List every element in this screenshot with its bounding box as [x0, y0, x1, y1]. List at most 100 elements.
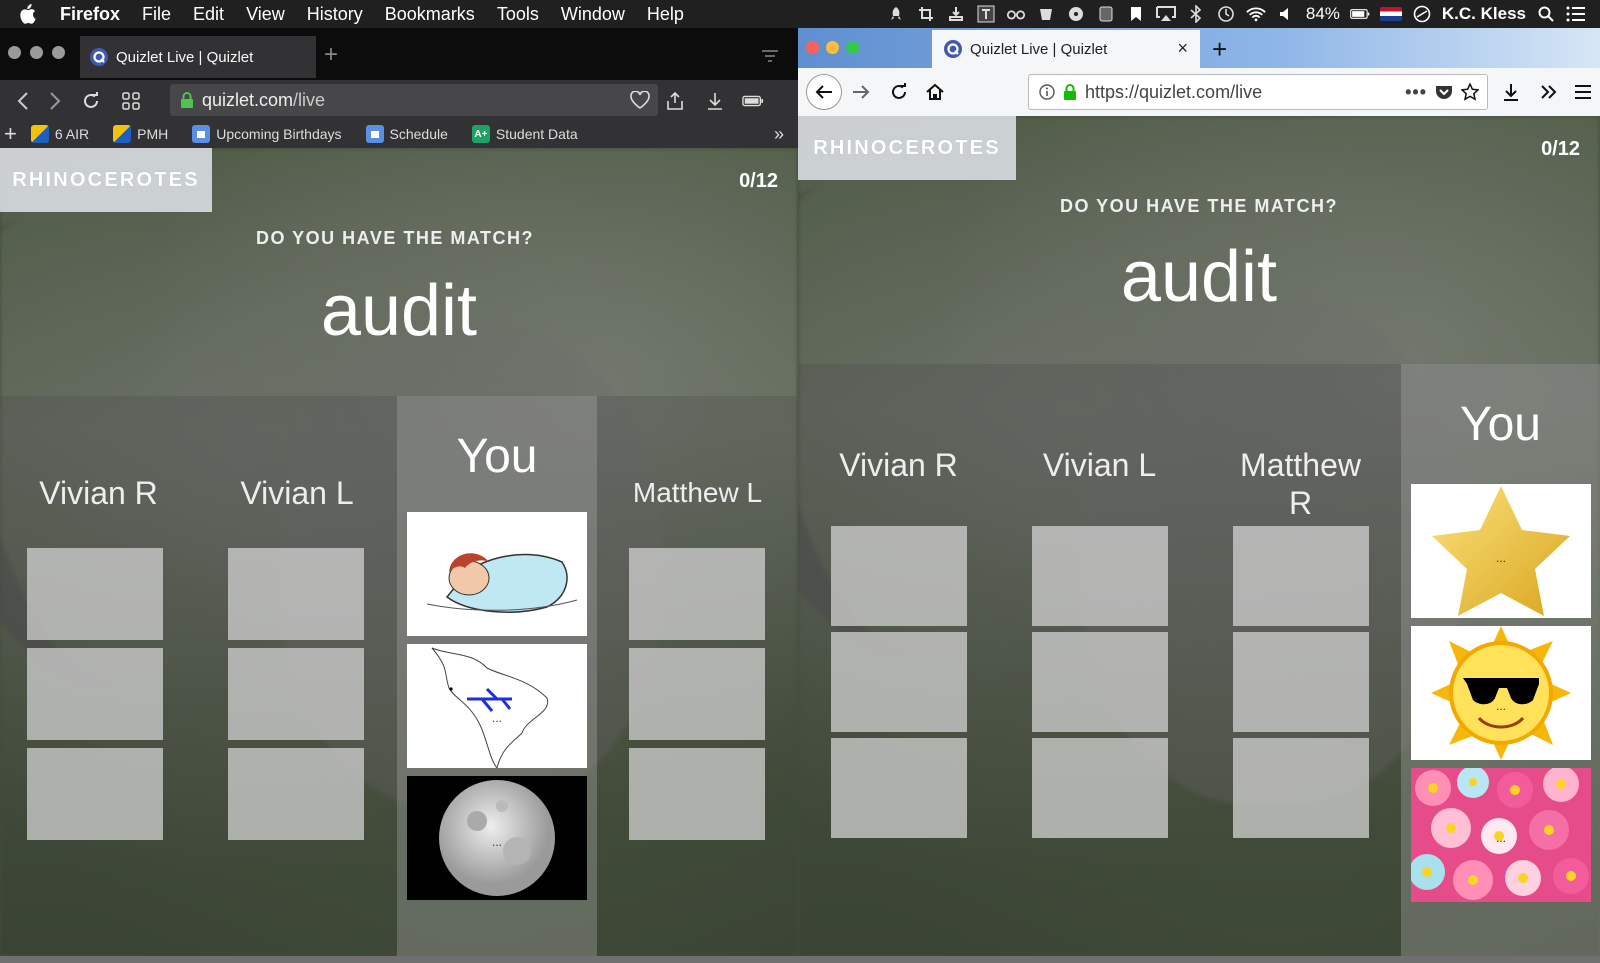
crop-icon[interactable]	[916, 5, 936, 23]
hidden-card	[27, 648, 163, 740]
player-column: Vivian L	[197, 396, 397, 956]
page-actions-icon[interactable]: •••	[1405, 82, 1427, 103]
new-tab-button[interactable]: +	[1212, 34, 1227, 65]
volume-icon[interactable]	[1276, 5, 1296, 23]
menu-bookmarks[interactable]: Bookmarks	[385, 4, 475, 25]
url-bar[interactable]: quizlet.com/live	[170, 84, 658, 116]
card-ellipsis: ...	[492, 711, 502, 725]
zoom-window-button[interactable]	[52, 46, 65, 59]
drive-icon[interactable]	[1096, 5, 1116, 23]
tab-quizlet-live[interactable]: Quizlet Live | Quizlet	[80, 36, 316, 78]
rocket-icon[interactable]	[886, 5, 906, 23]
heart-icon[interactable]	[630, 91, 650, 109]
tab-title: Quizlet Live | Quizlet	[116, 48, 254, 66]
airplay-icon[interactable]	[1155, 5, 1176, 23]
back-arrow-icon[interactable]	[12, 90, 34, 112]
bookmark-flag-icon[interactable]	[1126, 5, 1146, 23]
bookmark-label: 6 AIR	[54, 126, 90, 142]
bluetooth-icon[interactable]	[1186, 5, 1206, 23]
menu-file[interactable]: File	[142, 4, 171, 25]
tab-strip: Quizlet Live | Quizlet × +	[798, 28, 1600, 68]
menu-app-name[interactable]: Firefox	[60, 4, 120, 25]
zoom-window-button[interactable]	[846, 41, 859, 54]
dock	[0, 956, 1600, 963]
home-icon[interactable]	[924, 81, 946, 103]
disc-icon[interactable]	[1066, 5, 1086, 23]
top-sites-grid-icon[interactable]	[120, 90, 142, 112]
menu-history[interactable]: History	[307, 4, 363, 25]
quizlet-live-page: RHINOCEROTES 0/12 DO YOU HAVE THE MATCH?…	[798, 116, 1600, 956]
player-name-you: You	[1460, 398, 1541, 451]
forward-arrow-icon[interactable]	[44, 90, 66, 112]
add-bookmark-icon[interactable]: +	[4, 121, 17, 147]
close-window-button[interactable]	[806, 41, 819, 54]
menu-window[interactable]: Window	[561, 4, 625, 25]
menu-edit[interactable]: Edit	[193, 4, 224, 25]
bookmark-student-data[interactable]: A+ Student Data	[471, 125, 578, 143]
answer-card-moon[interactable]: ...	[407, 776, 587, 900]
answer-card-sun[interactable]: ...	[1411, 626, 1591, 760]
overflow-chevron-icon[interactable]	[1538, 81, 1560, 103]
battery-icon[interactable]	[1350, 5, 1370, 23]
share-icon[interactable]	[664, 90, 686, 112]
spotlight-search-icon[interactable]	[1536, 5, 1556, 23]
hidden-card	[831, 738, 967, 838]
bookmark-upcoming-birthdays[interactable]: Upcoming Birthdays	[192, 125, 342, 143]
answer-card-sleeping[interactable]	[407, 512, 587, 636]
lock-icon	[180, 92, 194, 108]
hidden-card	[831, 526, 967, 626]
bookmarks-overflow-icon[interactable]: »	[774, 124, 784, 145]
apple-menu-icon[interactable]	[18, 4, 40, 24]
player-name: Matthew R	[1240, 447, 1361, 521]
close-tab-icon[interactable]: ×	[1177, 38, 1188, 59]
menu-tools[interactable]: Tools	[497, 4, 539, 25]
time-machine-icon[interactable]	[1216, 5, 1236, 23]
user-name[interactable]: K.C. Kless	[1442, 4, 1526, 24]
cup-icon[interactable]	[1036, 5, 1056, 23]
url-bar[interactable]: https://quizlet.com/live •••	[1028, 74, 1488, 110]
text-tool-icon[interactable]	[976, 5, 996, 23]
reload-icon[interactable]	[80, 90, 102, 112]
forward-arrow-icon[interactable]	[850, 81, 872, 103]
bookmark-schedule[interactable]: Schedule	[365, 125, 448, 143]
glasses-icon[interactable]	[1006, 5, 1026, 23]
wifi-icon[interactable]	[1246, 5, 1266, 23]
team-name: RHINOCEROTES	[798, 116, 1016, 180]
new-tab-button[interactable]: +	[324, 43, 338, 67]
hidden-card	[228, 748, 364, 840]
left-browser-window: Quizlet Live | Quizlet + quizlet.com/liv…	[0, 28, 798, 956]
close-window-button[interactable]	[8, 46, 21, 59]
minimize-window-button[interactable]	[826, 41, 839, 54]
pocket-icon[interactable]	[1435, 84, 1453, 100]
info-icon[interactable]	[1039, 84, 1055, 100]
bookmark-chart-icon	[30, 125, 49, 143]
download-tray-icon[interactable]	[946, 5, 966, 23]
match-prompt: DO YOU HAVE THE MATCH?	[255, 228, 534, 248]
bookmark-star-icon[interactable]	[1461, 83, 1479, 101]
status-circle-icon[interactable]	[1412, 5, 1432, 23]
answer-card-flowers[interactable]: ...	[1411, 768, 1591, 902]
download-icon[interactable]	[704, 90, 726, 112]
tab-list-icon[interactable]	[762, 50, 778, 62]
match-prompt: DO YOU HAVE THE MATCH?	[1059, 196, 1338, 216]
download-icon[interactable]	[1500, 81, 1522, 103]
minimize-window-button[interactable]	[30, 46, 43, 59]
menu-help[interactable]: Help	[647, 4, 684, 25]
hamburger-menu-icon[interactable]	[1572, 81, 1594, 103]
battery-toolbar-icon[interactable]	[742, 90, 764, 112]
back-arrow-icon[interactable]	[806, 74, 842, 110]
bookmark-6-air[interactable]: 6 AIR	[30, 125, 90, 143]
bookmark-label: Upcoming Birthdays	[216, 126, 342, 142]
hidden-card	[228, 648, 364, 740]
player-column: Matthew R	[1200, 364, 1401, 956]
bookmark-pmh[interactable]: PMH	[113, 125, 168, 143]
card-ellipsis: ...	[1496, 699, 1506, 713]
input-source-flag-icon[interactable]	[1379, 7, 1402, 21]
answer-card-star[interactable]: ...	[1411, 484, 1591, 618]
player-column: Vivian L	[999, 364, 1200, 956]
answer-card-amazon-map[interactable]: ...	[407, 644, 587, 768]
tab-quizlet-live[interactable]: Quizlet Live | Quizlet ×	[932, 30, 1200, 68]
reload-icon[interactable]	[888, 81, 910, 103]
menu-view[interactable]: View	[246, 4, 285, 25]
notification-center-icon[interactable]	[1566, 5, 1586, 23]
